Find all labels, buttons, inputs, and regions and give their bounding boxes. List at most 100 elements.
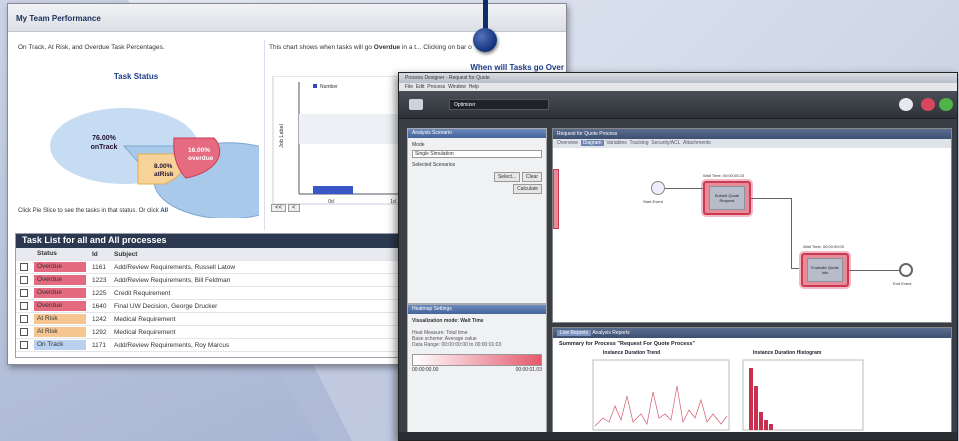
heatmap-settings-title: Heatmap Settings bbox=[408, 305, 546, 314]
row-checkbox[interactable] bbox=[20, 341, 28, 349]
subtab-attachments[interactable]: Attachments bbox=[683, 140, 711, 146]
row-checkbox[interactable] bbox=[20, 276, 28, 284]
toolbar-alert-icon[interactable] bbox=[921, 98, 935, 111]
pager-first-button[interactable]: << bbox=[271, 204, 287, 212]
heat-gradient-bar bbox=[412, 354, 542, 366]
node-evaluate-quote-text: Evaluate Quote Info bbox=[807, 258, 843, 282]
reports-summary-title: Summary for Process "Request For Quote P… bbox=[559, 341, 696, 347]
task-subject[interactable]: Add/Review Requirements, Roy Marcus bbox=[114, 342, 229, 349]
status-badge: At Risk bbox=[34, 327, 86, 337]
task-subject[interactable]: Add/Review Requirements, Bill Feldman bbox=[114, 277, 230, 284]
pie-label-ontrack-name: onTrack bbox=[91, 144, 118, 151]
heatmap-settings-panel: Heatmap Settings Visualization mode: Wai… bbox=[407, 304, 547, 434]
menu-window[interactable]: Window bbox=[448, 84, 466, 90]
mode-label: Mode bbox=[412, 142, 425, 148]
toolbar-run-icon[interactable] bbox=[939, 98, 953, 111]
task-status-pie[interactable]: Task Status 76.00% onTrack 8.00% atRisk … bbox=[14, 68, 259, 218]
node-submit-quote-text: Submit Quote Request bbox=[709, 186, 745, 210]
end-event-icon[interactable] bbox=[899, 263, 913, 277]
col-subject[interactable]: Subject bbox=[114, 251, 137, 258]
bar-desc-tail: in a t... Clicking on bar o bbox=[401, 44, 472, 51]
tab-live-reports[interactable]: Live Reports bbox=[557, 330, 592, 336]
status-badge: Overdue bbox=[34, 288, 86, 298]
col-status[interactable]: Status bbox=[34, 249, 86, 259]
canvas-tab[interactable]: Request for Quote Process bbox=[553, 129, 951, 139]
pie-footer-text: Click Pie Slice to see the tasks in that… bbox=[18, 208, 159, 214]
calculate-button[interactable]: Calculate bbox=[513, 184, 542, 194]
bar-x-tick-1: 1d bbox=[390, 199, 396, 205]
menu-edit[interactable]: Edit bbox=[416, 84, 425, 90]
pie-label-atrisk-name: atRisk bbox=[154, 171, 174, 178]
project-selector[interactable]: Optimizer bbox=[449, 99, 549, 110]
col-id[interactable]: Id bbox=[92, 251, 114, 258]
menu-file[interactable]: File bbox=[405, 84, 413, 90]
node1-wait-label: Wait Time: 00:00:05:23 bbox=[703, 173, 744, 178]
node2-wait-label: Wait Time: 00:00:00:00 bbox=[803, 244, 844, 249]
connector-3 bbox=[849, 270, 899, 271]
connector-1 bbox=[665, 188, 703, 189]
task-subject[interactable]: Medical Requirement bbox=[114, 329, 175, 336]
process-diagram-canvas[interactable]: Request for Quote Process Overview Diagr… bbox=[552, 128, 952, 323]
node-submit-quote[interactable]: Submit Quote Request bbox=[703, 181, 751, 215]
bar-legend-label: Number bbox=[320, 84, 338, 90]
bar-desc-bold: Overdue bbox=[373, 44, 401, 51]
reports-panel: Live Reports Analysis Reports Summary fo… bbox=[552, 327, 952, 434]
status-badge: At Risk bbox=[34, 314, 86, 324]
reports-charts[interactable] bbox=[553, 356, 953, 436]
status-badge: Overdue bbox=[34, 262, 86, 272]
status-badge: Overdue bbox=[34, 275, 86, 285]
hist-bar-5 bbox=[769, 424, 773, 430]
toolbar-home-icon[interactable] bbox=[409, 99, 423, 110]
pager-prev-button[interactable]: < bbox=[288, 204, 300, 212]
task-subject[interactable]: Final UW Decision, George Drucker bbox=[114, 303, 217, 310]
pie-label-atrisk: 8.00% bbox=[154, 163, 173, 170]
subtab-security[interactable]: Security/ACL bbox=[651, 140, 680, 146]
start-event-label: Start Event bbox=[643, 199, 663, 204]
process-designer-window: Process Designer - Request for Quote Fil… bbox=[398, 72, 958, 441]
status-badge: Overdue bbox=[34, 301, 86, 311]
row-checkbox[interactable] bbox=[20, 289, 28, 297]
heat-line-2: Data Range: 00:00:00:00 to 00:00:01:03 bbox=[412, 342, 502, 348]
callout-pin-head bbox=[473, 28, 497, 52]
row-checkbox[interactable] bbox=[20, 328, 28, 336]
subtab-variables[interactable]: Variables bbox=[606, 140, 626, 146]
row-checkbox[interactable] bbox=[20, 263, 28, 271]
clear-button[interactable]: Clear bbox=[522, 172, 542, 182]
node-evaluate-quote[interactable]: Evaluate Quote Info bbox=[801, 253, 849, 287]
task-subject[interactable]: Medical Requirement bbox=[114, 316, 175, 323]
connector-2c bbox=[791, 268, 801, 269]
task-id: 1242 bbox=[92, 315, 107, 323]
pie-label-overdue: 16.00% bbox=[188, 147, 210, 154]
subtab-diagram[interactable]: Diagram bbox=[580, 140, 604, 146]
bar-0d[interactable] bbox=[313, 186, 353, 194]
mode-select[interactable]: Single Simulation bbox=[412, 150, 542, 158]
analysis-scenario-title: Analysis Scenario bbox=[408, 129, 546, 138]
subtab-tracking[interactable]: Tracking bbox=[630, 140, 649, 146]
pie-title: Task Status bbox=[114, 72, 159, 81]
task-subject[interactable]: Add/Review Requirements, Russell Latow bbox=[114, 264, 235, 271]
toolbar-user-icon[interactable] bbox=[899, 98, 913, 111]
bar-desc-text: This chart shows when tasks will go bbox=[269, 44, 372, 51]
subtab-overview[interactable]: Overview bbox=[557, 140, 578, 146]
hist-bar-4 bbox=[764, 420, 768, 430]
hist-bar-3 bbox=[759, 412, 763, 430]
row-checkbox[interactable] bbox=[20, 302, 28, 310]
menu-process[interactable]: Process bbox=[427, 84, 445, 90]
bar-description: This chart shows when tasks will go Over… bbox=[265, 40, 566, 55]
visualization-mode[interactable]: Visualization mode: Wait Time bbox=[412, 318, 542, 324]
app-menubar: File Edit Process Window Help bbox=[399, 83, 957, 91]
task-subject[interactable]: Credit Requirement bbox=[114, 290, 170, 297]
menu-help[interactable]: Help bbox=[469, 84, 479, 90]
task-id: 1223 bbox=[92, 276, 107, 284]
bar-pager: << < bbox=[271, 204, 300, 212]
pie-footer: Click Pie Slice to see the tasks in that… bbox=[18, 208, 168, 214]
pie-footer-all-link[interactable]: All bbox=[160, 208, 168, 214]
tab-analysis-reports[interactable]: Analysis Reports bbox=[592, 330, 630, 336]
row-checkbox[interactable] bbox=[20, 315, 28, 323]
task-id: 1171 bbox=[92, 341, 106, 349]
offscreen-node[interactable] bbox=[553, 169, 559, 229]
start-event-icon[interactable] bbox=[651, 181, 665, 195]
heat-range-min: 00:00:00.00 bbox=[412, 367, 439, 373]
task-id: 1161 bbox=[92, 263, 106, 271]
select-button[interactable]: Select... bbox=[493, 172, 521, 182]
